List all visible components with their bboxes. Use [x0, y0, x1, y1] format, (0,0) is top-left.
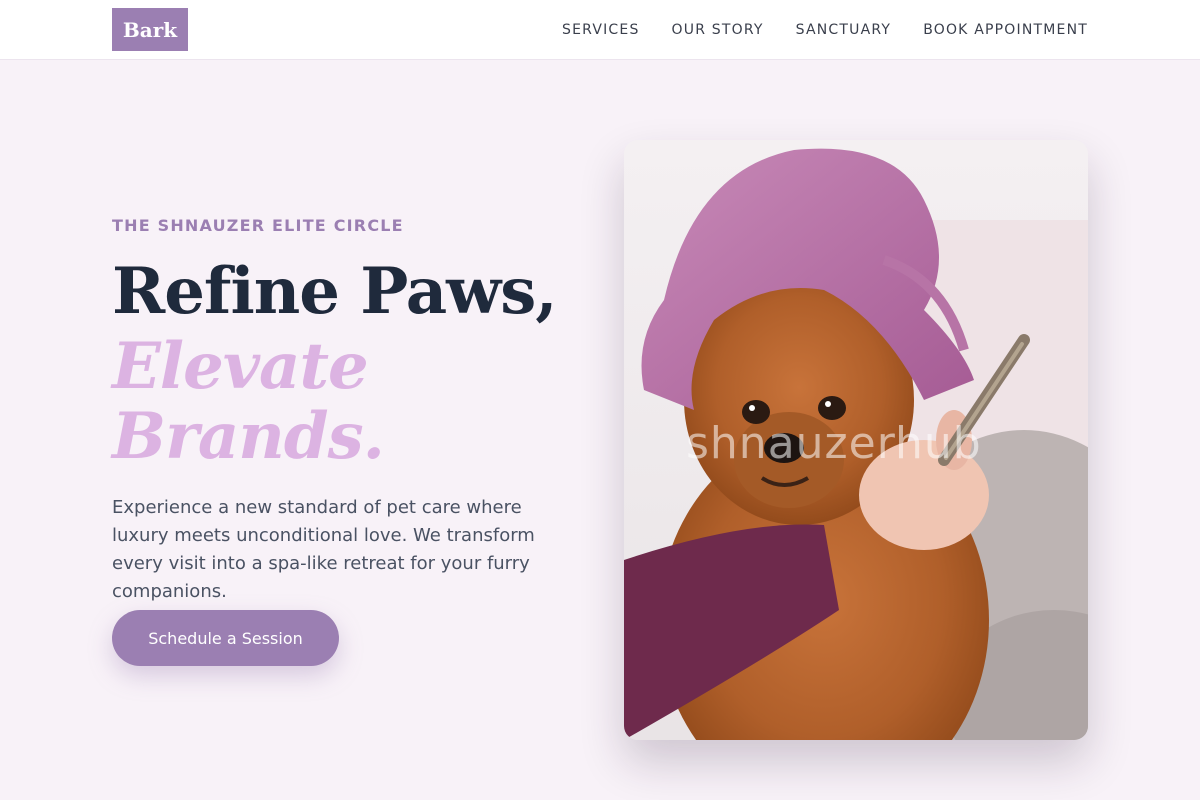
main-nav: SERVICES OUR STORY SANCTUARY BOOK APPOIN…: [562, 0, 1088, 60]
nav-services[interactable]: SERVICES: [562, 22, 640, 38]
nav-our-story[interactable]: OUR STORY: [672, 22, 764, 38]
hero-eyebrow: THE SHNAUZER ELITE CIRCLE: [112, 216, 404, 235]
hero-dog-photo: shnauzerhub: [624, 140, 1088, 740]
image-watermark: shnauzerhub: [686, 418, 982, 469]
logo[interactable]: Bark: [112, 8, 188, 51]
hero-description: Experience a new standard of pet care wh…: [112, 497, 535, 602]
headline-line-3: Brands.: [112, 399, 385, 474]
headline-line-2: Elevate: [112, 329, 369, 404]
hero-headline: Refine Paws, Elevate Brands.: [112, 252, 572, 472]
schedule-session-button[interactable]: Schedule a Session: [112, 610, 339, 666]
nav-sanctuary[interactable]: SANCTUARY: [796, 22, 892, 38]
site-header: Bark SERVICES OUR STORY SANCTUARY BOOK A…: [0, 0, 1200, 60]
nav-book-appointment[interactable]: BOOK APPOINTMENT: [923, 22, 1088, 38]
headline-line-1: Refine Paws,: [112, 254, 558, 329]
